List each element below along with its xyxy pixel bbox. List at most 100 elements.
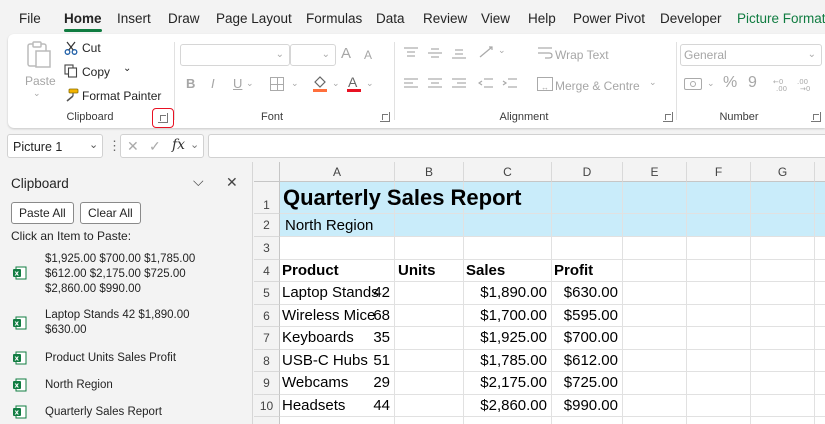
data-cell[interactable]: $990.00 bbox=[564, 397, 618, 414]
wrap-text-button[interactable]: Wrap Text bbox=[555, 48, 609, 62]
orientation-chevron-icon[interactable]: ⌄ bbox=[498, 45, 506, 56]
top-align-icon[interactable] bbox=[403, 46, 419, 60]
column-header-e[interactable]: E bbox=[623, 162, 687, 182]
format-painter-button[interactable]: Format Painter bbox=[82, 89, 161, 103]
data-cell[interactable]: $1,925.00 bbox=[480, 329, 547, 346]
clipboard-item[interactable]: x $1,925.00 $700.00 $1,785.00 $612.00 $2… bbox=[0, 252, 253, 302]
row-header[interactable]: 6 bbox=[254, 305, 280, 327]
column-header-c[interactable]: C bbox=[464, 162, 552, 182]
name-box[interactable]: Picture 1 ⌄ bbox=[7, 134, 103, 158]
pane-options-chevron-icon[interactable]: ⌵ bbox=[193, 173, 204, 190]
number-format-combobox[interactable]: General ⌄ bbox=[680, 44, 822, 66]
data-cell[interactable]: $1,785.00 bbox=[480, 352, 547, 369]
align-left-icon[interactable] bbox=[403, 77, 419, 91]
header-cell[interactable]: Units bbox=[398, 262, 436, 279]
font-dialog-launcher-icon[interactable] bbox=[380, 112, 390, 122]
decrease-decimal-icon[interactable]: .00 →0 bbox=[797, 76, 815, 93]
grow-font-icon[interactable]: A bbox=[341, 45, 351, 62]
column-header-a[interactable]: A bbox=[280, 162, 395, 182]
accounting-format-icon[interactable] bbox=[684, 78, 702, 90]
data-cell[interactable]: 44 bbox=[373, 397, 390, 414]
bold-button[interactable]: B bbox=[186, 76, 195, 91]
data-cell[interactable]: 68 bbox=[373, 307, 390, 324]
paste-icon[interactable] bbox=[24, 40, 54, 70]
tab-home[interactable]: Home bbox=[64, 11, 102, 32]
tab-formulas[interactable]: Formulas bbox=[306, 11, 362, 26]
number-dialog-launcher-icon[interactable] bbox=[811, 112, 821, 122]
middle-align-icon[interactable] bbox=[427, 46, 443, 60]
clipboard-item[interactable]: x Laptop Stands 42 $1,890.00 $630.00 bbox=[0, 308, 253, 342]
column-header-b[interactable]: B bbox=[395, 162, 464, 182]
orientation-icon[interactable] bbox=[478, 44, 496, 60]
data-cell[interactable]: Wireless Mice bbox=[282, 307, 375, 324]
data-cell[interactable]: $630.00 bbox=[564, 284, 618, 301]
font-color-icon[interactable]: A bbox=[347, 74, 361, 94]
tab-power-pivot[interactable]: Power Pivot bbox=[573, 11, 645, 26]
tab-draw[interactable]: Draw bbox=[168, 11, 200, 26]
align-center-icon[interactable] bbox=[427, 77, 443, 91]
header-cell[interactable]: Sales bbox=[466, 262, 505, 279]
alignment-dialog-launcher-icon[interactable] bbox=[663, 112, 673, 122]
accounting-chevron-icon[interactable]: ⌄ bbox=[707, 78, 715, 89]
column-header-f[interactable]: F bbox=[687, 162, 751, 182]
data-cell[interactable]: $1,890.00 bbox=[480, 284, 547, 301]
tab-data[interactable]: Data bbox=[376, 11, 405, 26]
enter-icon[interactable]: ✓ bbox=[149, 138, 161, 155]
align-right-icon[interactable] bbox=[451, 77, 467, 91]
chevron-down-icon[interactable]: ⌄ bbox=[190, 138, 199, 151]
data-cell[interactable]: $700.00 bbox=[564, 329, 618, 346]
data-cell[interactable]: $612.00 bbox=[564, 352, 618, 369]
data-cell[interactable]: Webcams bbox=[282, 374, 348, 391]
percent-style-button[interactable]: % bbox=[723, 74, 737, 92]
data-cell[interactable]: 51 bbox=[373, 352, 390, 369]
clipboard-item[interactable]: x North Region bbox=[0, 377, 253, 397]
row-header[interactable]: 1 bbox=[254, 182, 280, 214]
tab-view[interactable]: View bbox=[481, 11, 510, 26]
comma-style-button[interactable]: 9 bbox=[748, 74, 757, 92]
data-cell[interactable]: $595.00 bbox=[564, 307, 618, 324]
clipboard-item[interactable]: x Quarterly Sales Report bbox=[0, 404, 253, 424]
merge-centre-button[interactable]: Merge & Centre bbox=[555, 79, 640, 93]
font-size-combobox[interactable]: ⌄ bbox=[290, 44, 336, 66]
report-title[interactable]: Quarterly Sales Report bbox=[283, 185, 521, 211]
borders-chevron-icon[interactable]: ⌄ bbox=[291, 78, 299, 89]
underline-chevron-icon[interactable]: ⌄ bbox=[246, 78, 254, 89]
row-header[interactable]: 5 bbox=[254, 282, 280, 305]
row-header[interactable]: 2 bbox=[254, 214, 280, 237]
tab-help[interactable]: Help bbox=[528, 11, 556, 26]
header-cell[interactable]: Profit bbox=[554, 262, 593, 279]
column-header-next[interactable] bbox=[815, 162, 825, 182]
worksheet-grid[interactable]: A B C D E F G 1 2 3 4 5 6 7 8 9 10 Quart… bbox=[254, 162, 825, 424]
data-cell[interactable]: Laptop Stands bbox=[282, 284, 379, 301]
row-header[interactable]: 3 bbox=[254, 237, 280, 260]
bottom-align-icon[interactable] bbox=[451, 46, 467, 60]
clear-all-button[interactable]: Clear All bbox=[80, 202, 141, 224]
column-header-d[interactable]: D bbox=[552, 162, 623, 182]
data-cell[interactable]: Keyboards bbox=[282, 329, 354, 346]
tab-file[interactable]: File bbox=[19, 11, 41, 26]
paste-chevron-icon[interactable]: ⌄ bbox=[33, 88, 41, 99]
clipboard-item[interactable]: x Product Units Sales Profit bbox=[0, 350, 253, 370]
tab-review[interactable]: Review bbox=[423, 11, 467, 26]
paste-button[interactable]: Paste bbox=[25, 74, 56, 88]
increase-indent-icon[interactable] bbox=[502, 77, 518, 91]
row-header[interactable]: 8 bbox=[254, 350, 280, 372]
data-cell[interactable]: 42 bbox=[373, 284, 390, 301]
decrease-indent-icon[interactable] bbox=[477, 77, 494, 91]
header-cell[interactable]: Product bbox=[282, 262, 339, 279]
row-header[interactable]: 10 bbox=[254, 395, 280, 417]
select-all-corner[interactable] bbox=[254, 162, 280, 182]
row-header[interactable]: 9 bbox=[254, 372, 280, 395]
data-cell[interactable]: USB-C Hubs bbox=[282, 352, 368, 369]
copy-chevron-icon[interactable]: ⌄ bbox=[123, 63, 131, 74]
fill-color-chevron-icon[interactable]: ⌄ bbox=[332, 78, 340, 89]
insert-function-button[interactable]: fx bbox=[172, 137, 185, 153]
tab-insert[interactable]: Insert bbox=[117, 11, 151, 26]
clipboard-dialog-launcher-icon[interactable] bbox=[158, 113, 168, 123]
cut-button[interactable]: Cut bbox=[82, 41, 101, 55]
row-header[interactable] bbox=[254, 417, 280, 424]
font-name-combobox[interactable]: ⌄ bbox=[180, 44, 290, 66]
data-cell[interactable]: 29 bbox=[373, 374, 390, 391]
data-cell[interactable]: $725.00 bbox=[564, 374, 618, 391]
close-icon[interactable]: ✕ bbox=[226, 174, 238, 191]
